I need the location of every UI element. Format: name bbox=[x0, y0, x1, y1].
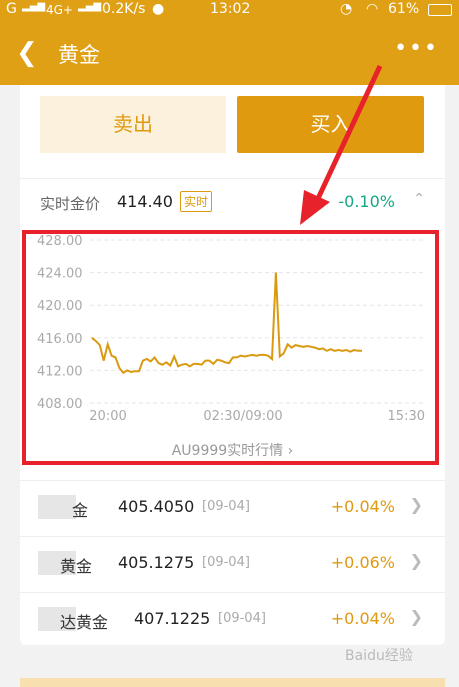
product-price: 405.4050 bbox=[118, 497, 195, 516]
realtime-quote[interactable]: 实时金价 414.40 实时 -0.10% ⌃ bbox=[20, 178, 445, 222]
product-name: 黄金 bbox=[60, 557, 93, 576]
wifi-icon: ◠ bbox=[366, 1, 379, 17]
product-row[interactable]: 达黄金 407.1225 [09-04] +0.04% ❯ bbox=[20, 592, 445, 644]
page-title: 黄金 bbox=[58, 43, 100, 67]
more-icon[interactable]: ••• bbox=[394, 36, 439, 61]
realtime-badge: 实时 bbox=[180, 191, 213, 212]
signal-bars-icon: ▂▄▆ bbox=[22, 1, 46, 12]
quote-label: 实时金价 bbox=[40, 195, 101, 213]
product-row[interactable]: 金 405.4050 [09-04] +0.04% ❯ bbox=[20, 480, 445, 532]
sell-button[interactable]: 卖出 bbox=[40, 96, 226, 153]
product-date: [09-04] bbox=[202, 555, 250, 570]
signal-bars-icon-2: ▂▄▆ bbox=[78, 1, 102, 12]
annotation-box bbox=[22, 230, 439, 465]
battery-icon bbox=[428, 4, 452, 16]
product-change: +0.06% bbox=[330, 553, 395, 572]
collapse-icon[interactable]: ⌃ bbox=[413, 191, 425, 207]
quote-change: -0.10% bbox=[338, 192, 395, 211]
product-price: 405.1275 bbox=[118, 553, 195, 572]
product-date: [09-04] bbox=[218, 611, 266, 626]
product-date: [09-04] bbox=[202, 499, 250, 514]
status-bar: G ▂▄▆ 4G+ ▂▄▆ 0.2K/s ● 13:02 ◔ ◠ 61% bbox=[0, 0, 459, 22]
quote-price: 414.40 bbox=[117, 192, 173, 211]
chevron-right-icon: ❯ bbox=[409, 495, 423, 514]
chevron-right-icon: ❯ bbox=[409, 551, 423, 570]
battery-level: 61% bbox=[388, 1, 420, 17]
message-icon: ● bbox=[152, 1, 165, 17]
buy-button[interactable]: 买入 bbox=[237, 96, 424, 153]
product-price: 407.1225 bbox=[134, 609, 211, 628]
nav-bar: ❮ 黄金 ••• bbox=[0, 22, 459, 85]
network-type: 4G+ bbox=[46, 3, 73, 17]
clock: 13:02 bbox=[210, 1, 251, 17]
watermark: Baidu经验 bbox=[345, 648, 413, 664]
product-change: +0.04% bbox=[330, 497, 395, 516]
network-speed: 0.2K/s bbox=[102, 1, 146, 17]
blurred-logo bbox=[38, 495, 76, 519]
product-change: +0.04% bbox=[330, 609, 395, 628]
product-name: 金 bbox=[72, 501, 89, 520]
header: G ▂▄▆ 4G+ ▂▄▆ 0.2K/s ● 13:02 ◔ ◠ 61% ❮ 黄… bbox=[0, 0, 459, 85]
product-row[interactable]: 黄金 405.1275 [09-04] +0.06% ❯ bbox=[20, 536, 445, 588]
bottom-banner bbox=[20, 678, 445, 687]
chevron-right-icon: ❯ bbox=[409, 607, 423, 626]
product-name: 达黄金 bbox=[60, 613, 109, 632]
alarm-icon: ◔ bbox=[340, 1, 353, 17]
signal-icon: G bbox=[6, 1, 17, 17]
back-icon[interactable]: ❮ bbox=[16, 38, 38, 68]
